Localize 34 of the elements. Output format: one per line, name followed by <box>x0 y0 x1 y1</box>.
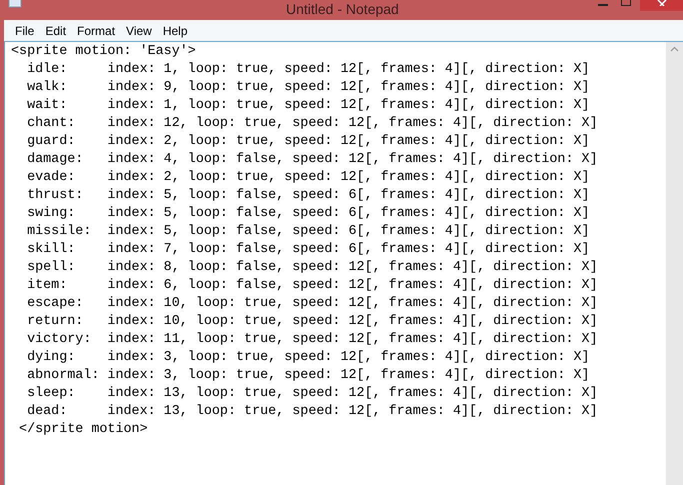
text-line: wait: index: 1, loop: true, speed: 12[, frames: 4][, direction: X] <box>26 97 590 115</box>
text-line: swing: index: 5, loop: false, speed: 6[, frames: 4][, direction: X] <box>26 205 590 223</box>
menu-item[interactable]: View <box>121 22 157 38</box>
text-line: damage: index: 4, loop: false, speed: 12[, frames: 4][, direction: X] <box>26 151 598 169</box>
close-button[interactable] <box>640 0 683 11</box>
text-line: escape: index: 10, loop: true, speed: 12[, frames: 4][, direction: X] <box>26 295 598 313</box>
text-line: dying: index: 3, loop: true, speed: 12[, frames: 4][, direction: X] <box>26 349 590 367</box>
text-line: idle: index: 1, loop: true, speed: 12[, frames: 4][, direction: X] <box>26 61 590 79</box>
text-line: </sprite motion> <box>18 421 148 439</box>
menu-item[interactable]: Help <box>158 22 193 38</box>
text-line: thrust: index: 5, loop: false, speed: 6[, frames: 4][, direction: X] <box>26 187 590 205</box>
text-line: abnormal: index: 3, loop: true, speed: 12[, frames: 4][, direction: X] <box>26 367 590 385</box>
scrollbar[interactable] <box>666 42 683 485</box>
text-line: sleep: index: 13, loop: true, speed: 12[, frames: 4][, direction: X] <box>26 385 598 403</box>
text-line: missile: index: 5, loop: false, speed: 6[, frames: 4][, direction: X] <box>26 223 590 241</box>
text-line: skill: index: 7, loop: false, speed: 6[, frames: 4][, direction: X] <box>26 241 590 259</box>
scroll-up-icon[interactable] <box>670 46 679 52</box>
text-line: chant: index: 12, loop: true, speed: 12[, frames: 4][, direction: X] <box>26 115 598 133</box>
menu-item[interactable]: Format <box>72 22 120 38</box>
close-icon <box>656 0 666 6</box>
menu-item[interactable]: File <box>10 22 40 38</box>
text-line: guard: index: 2, loop: true, speed: 12[, frames: 4][, direction: X] <box>26 133 590 151</box>
menu-item[interactable]: Edit <box>40 22 72 38</box>
text-line: spell: index: 8, loop: false, speed: 12[, frames: 4][, direction: X] <box>26 259 598 277</box>
text-line: evade: index: 2, loop: true, speed: 12[, frames: 4][, direction: X] <box>26 169 590 187</box>
text-line: item: index: 6, loop: false, speed: 12[, frames: 4][, direction: X] <box>26 277 598 295</box>
text-line: dead: index: 13, loop: true, speed: 12[, frames: 4][, direction: X] <box>26 403 598 421</box>
window-title: Untitled - Notepad <box>286 1 399 17</box>
text-line: walk: index: 9, loop: true, speed: 12[, frames: 4][, direction: X] <box>26 79 590 97</box>
text-line: return: index: 10, loop: true, speed: 12[, frames: 4][, direction: X] <box>26 313 598 331</box>
text-line: victory: index: 11, loop: true, speed: 12[, frames: 4][, direction: X] <box>26 331 598 349</box>
minimize-icon[interactable] <box>598 4 608 7</box>
text-line: <sprite motion: 'Easy'> <box>11 43 196 61</box>
maximize-icon[interactable] <box>621 0 631 6</box>
